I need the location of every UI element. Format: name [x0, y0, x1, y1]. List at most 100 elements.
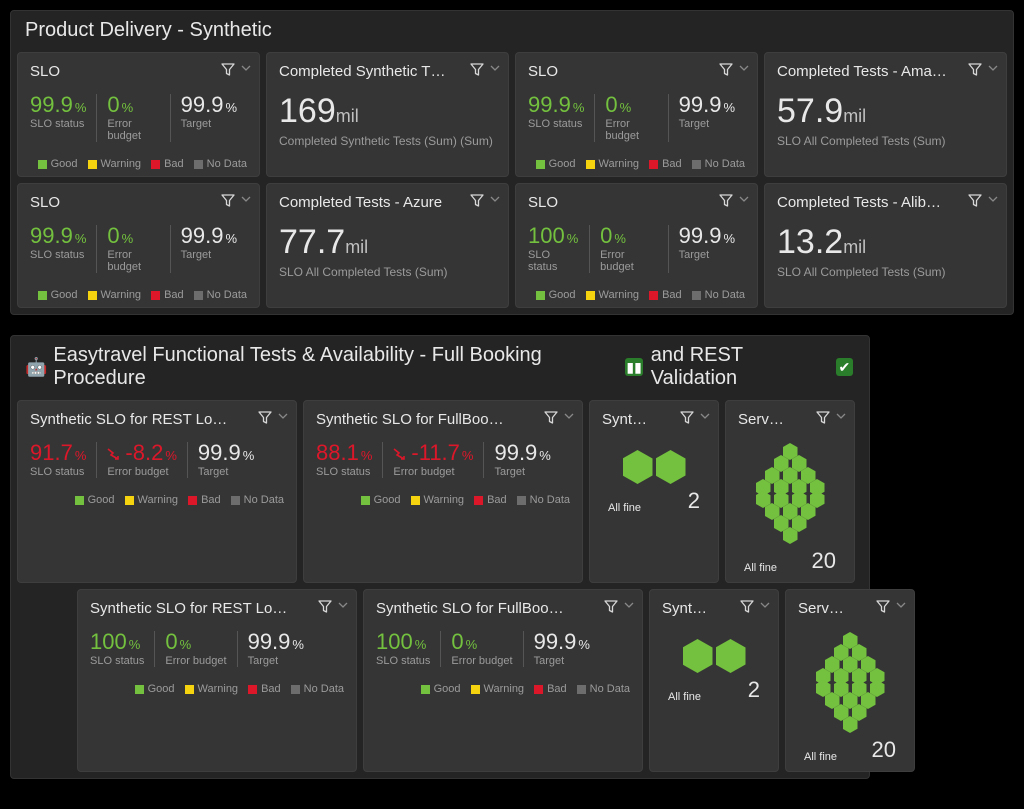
honeycomb-tile[interactable]: Synt… All fine 2	[649, 589, 779, 772]
chevron-down-icon[interactable]	[988, 196, 998, 202]
error-budget-label: Error budget	[451, 655, 512, 667]
legend: Good Warning Bad No Data	[30, 289, 247, 301]
metric-value: 57.9mil	[777, 94, 994, 128]
legend-bad: Bad	[151, 289, 184, 301]
error-budget-value: 0%	[107, 94, 159, 116]
metric-tile[interactable]: Completed Synthetic T… 169mil Completed …	[266, 52, 509, 177]
metric-tile[interactable]: Completed Tests - Ama… 57.9mil SLO All C…	[764, 52, 1007, 177]
target-label: Target	[494, 466, 550, 478]
slo-metrics: 99.9% SLO status 0% Error budget 99.9% T…	[528, 94, 745, 142]
filter-icon[interactable]	[604, 600, 618, 613]
filter-icon[interactable]	[470, 63, 484, 76]
chevron-down-icon[interactable]	[338, 602, 348, 608]
dashboard-grid: SLO 99.9% SLO status 0% Error budget 99.…	[11, 52, 1013, 314]
legend-warning: Warning	[125, 494, 179, 506]
legend-bad: Bad	[649, 289, 682, 301]
error-budget-label: Error budget	[605, 118, 657, 142]
slo-tile[interactable]: Synthetic SLO for FullBoo… 100% SLO stat…	[363, 589, 643, 772]
chevron-down-icon[interactable]	[739, 65, 749, 71]
slo-tile[interactable]: SLO 99.9% SLO status 0% Error budget 99.…	[17, 52, 260, 177]
status-badge-icon: ▮▮	[625, 358, 642, 376]
filter-icon[interactable]	[719, 63, 733, 76]
slo-tile[interactable]: SLO 100% SLO status 0% Error budget 99.9…	[515, 183, 758, 308]
dashboard-title: 🤖 Easytravel Functional Tests & Availabi…	[11, 336, 869, 400]
legend-warning: Warning	[88, 158, 142, 170]
chevron-down-icon[interactable]	[490, 196, 500, 202]
tile-title: SLO	[528, 63, 745, 80]
slo-tile[interactable]: Synthetic SLO for REST Lo… 100% SLO stat…	[77, 589, 357, 772]
legend-good: Good	[38, 289, 78, 301]
filter-icon[interactable]	[740, 600, 754, 613]
trend-down-icon	[107, 448, 121, 460]
legend-nodata: No Data	[577, 683, 630, 695]
chevron-down-icon[interactable]	[624, 602, 634, 608]
chevron-down-icon[interactable]	[836, 413, 846, 419]
filter-icon[interactable]	[968, 194, 982, 207]
metric-tile[interactable]: Completed Tests - Alib… 13.2mil SLO All …	[764, 183, 1007, 308]
chevron-down-icon[interactable]	[739, 196, 749, 202]
legend-warning: Warning	[185, 683, 239, 695]
chevron-down-icon[interactable]	[278, 413, 288, 419]
slo-tile[interactable]: Synthetic SLO for FullBoo… 88.1% SLO sta…	[303, 400, 583, 583]
status-count: 2	[688, 488, 700, 514]
filter-icon[interactable]	[470, 194, 484, 207]
filter-icon[interactable]	[258, 411, 272, 424]
slo-metrics: 100% SLO status 0% Error budget 99.9% Ta…	[376, 631, 630, 667]
filter-icon[interactable]	[876, 600, 890, 613]
target-value: 99.9%	[181, 94, 237, 116]
legend-good: Good	[38, 158, 78, 170]
tile-title: Synthetic SLO for FullBoo…	[316, 411, 570, 428]
target-label: Target	[198, 466, 254, 478]
filter-icon[interactable]	[968, 63, 982, 76]
tile-title: Synthetic SLO for REST Lo…	[90, 600, 344, 617]
target-value: 99.9%	[679, 94, 735, 116]
filter-icon[interactable]	[221, 63, 235, 76]
chevron-down-icon[interactable]	[490, 65, 500, 71]
legend-nodata: No Data	[692, 158, 745, 170]
chevron-down-icon[interactable]	[988, 65, 998, 71]
chevron-down-icon[interactable]	[760, 602, 770, 608]
legend-nodata: No Data	[692, 289, 745, 301]
chevron-down-icon[interactable]	[241, 196, 251, 202]
slo-status-value: 100%	[528, 225, 579, 247]
filter-icon[interactable]	[544, 411, 558, 424]
chevron-down-icon[interactable]	[564, 413, 574, 419]
filter-icon[interactable]	[221, 194, 235, 207]
slo-metrics: 91.7% SLO status -8.2% Error budget 99.9…	[30, 442, 284, 478]
tile-title: SLO	[528, 194, 745, 211]
slo-tile[interactable]: Synthetic SLO for REST Lo… 91.7% SLO sta…	[17, 400, 297, 583]
legend: Good Warning Bad No Data	[376, 683, 630, 695]
slo-metrics: 100% SLO status 0% Error budget 99.9% Ta…	[90, 631, 344, 667]
legend-good: Good	[421, 683, 461, 695]
filter-icon[interactable]	[680, 411, 694, 424]
error-budget-value: 0%	[600, 225, 657, 247]
filter-icon[interactable]	[816, 411, 830, 424]
error-budget-label: Error budget	[107, 466, 176, 478]
legend-warning: Warning	[411, 494, 465, 506]
error-budget-value: 0%	[605, 94, 657, 116]
target-label: Target	[248, 655, 304, 667]
slo-status-value: 99.9%	[30, 225, 86, 247]
slo-status-value: 100%	[90, 631, 144, 653]
slo-tile[interactable]: SLO 99.9% SLO status 0% Error budget 99.…	[515, 52, 758, 177]
honeycomb-tile[interactable]: Serv… All fine 20	[725, 400, 855, 583]
honeycomb-tile[interactable]: Serv… All fine 20	[785, 589, 915, 772]
slo-tile[interactable]: SLO 99.9% SLO status 0% Error budget 99.…	[17, 183, 260, 308]
legend-good: Good	[75, 494, 115, 506]
chevron-down-icon[interactable]	[241, 65, 251, 71]
metric-tile[interactable]: Completed Tests - Azure 77.7mil SLO All …	[266, 183, 509, 308]
honeycomb-tile[interactable]: Synt… All fine 2	[589, 400, 719, 583]
slo-status-label: SLO status	[316, 466, 372, 478]
hex-row	[683, 639, 746, 673]
chevron-down-icon[interactable]	[896, 602, 906, 608]
target-value: 99.9%	[494, 442, 550, 464]
filter-icon[interactable]	[719, 194, 733, 207]
status-label: All fine	[608, 502, 641, 514]
error-budget-label: Error budget	[165, 655, 226, 667]
filter-icon[interactable]	[318, 600, 332, 613]
legend: Good Warning Bad No Data	[90, 683, 344, 695]
chevron-down-icon[interactable]	[700, 413, 710, 419]
hex-icon	[683, 639, 713, 673]
legend-bad: Bad	[474, 494, 507, 506]
legend: Good Warning Bad No Data	[528, 289, 745, 301]
